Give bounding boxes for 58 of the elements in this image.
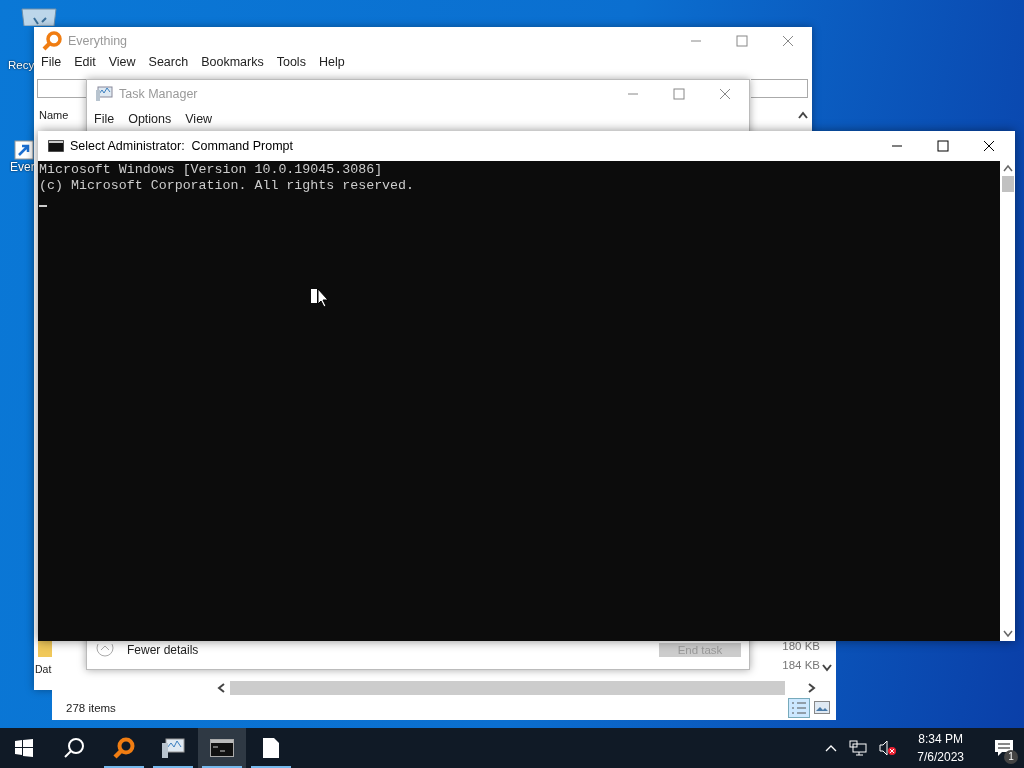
scrollbar[interactable]	[1000, 161, 1015, 641]
window-title: Task Manager	[119, 87, 198, 101]
scroll-right-icon[interactable]	[808, 683, 816, 693]
menu-item[interactable]: Tools	[276, 55, 306, 69]
maximize-icon[interactable]	[937, 140, 949, 152]
start-icon[interactable]	[15, 739, 33, 757]
clock-date[interactable]: 7/6/2023	[917, 748, 964, 766]
document-icon	[262, 737, 280, 759]
muted-speaker-icon[interactable]	[879, 740, 898, 756]
thumbnail-view-icon[interactable]	[814, 701, 830, 714]
magnifier-icon	[112, 736, 136, 760]
menu-item[interactable]: Edit	[74, 55, 96, 69]
scroll-up-icon[interactable]	[798, 111, 808, 119]
window-title: Everything	[68, 34, 128, 48]
text-cursor	[39, 205, 47, 207]
console-area[interactable]: Microsoft Windows [Version 10.0.19045.3086] (c) Microsoft Corporation. All rights reserved.	[38, 161, 1015, 641]
recycle-bin-icon[interactable]	[20, 8, 58, 26]
monitor-icon	[95, 86, 113, 102]
menu-item[interactable]: File	[41, 55, 62, 69]
chevron-up-icon[interactable]	[825, 744, 838, 752]
column-header[interactable]: Name	[39, 109, 69, 121]
menu-item[interactable]: View	[108, 55, 136, 69]
scroll-down-icon[interactable]	[822, 664, 832, 672]
collapse-icon[interactable]	[96, 644, 114, 657]
scrollbar-thumb[interactable]	[230, 681, 785, 695]
scroll-left-icon[interactable]	[217, 683, 225, 693]
console-line: (c) Microsoft Corporation. All rights reserved.	[39, 178, 416, 194]
desktop-icon-label[interactable]: Recy	[8, 59, 35, 71]
mouse-pointer-icon	[311, 288, 331, 308]
file-size: 180 KB	[782, 640, 820, 652]
monitor-icon	[161, 737, 185, 759]
menu-item[interactable]: File	[94, 112, 115, 126]
menu-item[interactable]: View	[185, 112, 213, 126]
menu-item[interactable]: Help	[318, 55, 345, 69]
window-title: Select Administrator: Command Prompt	[70, 139, 293, 153]
scroll-down-icon[interactable]	[1002, 630, 1013, 638]
search-icon[interactable]	[63, 737, 85, 759]
close-icon[interactable]	[983, 140, 995, 152]
file-size: 184 KB	[782, 659, 820, 671]
fewer-details-link[interactable]: Fewer details	[127, 643, 199, 657]
console-icon	[48, 140, 64, 152]
search-field[interactable]	[751, 79, 808, 98]
taskbar-app[interactable]	[198, 728, 246, 768]
menu-item[interactable]: Bookmarks	[201, 55, 264, 69]
status-text: 278 items	[66, 702, 116, 714]
notification-badge: 1	[1004, 750, 1018, 764]
desktop-icon-label[interactable]: Ever	[10, 160, 35, 174]
file-name[interactable]: Dat	[35, 663, 52, 675]
shortcut-icon[interactable]	[14, 140, 34, 160]
magnifier-icon	[42, 31, 62, 51]
console-line: Microsoft Windows [Version 10.0.19045.3086]	[39, 162, 384, 178]
scrollbar-thumb[interactable]	[1001, 176, 1014, 192]
network-icon[interactable]	[849, 740, 868, 756]
console-icon	[210, 739, 234, 757]
menu-item[interactable]: Options	[128, 112, 172, 126]
menu-item[interactable]: Search	[148, 55, 189, 69]
scroll-up-icon[interactable]	[1002, 164, 1013, 172]
clock-time[interactable]: 8:34 PM	[918, 730, 963, 748]
